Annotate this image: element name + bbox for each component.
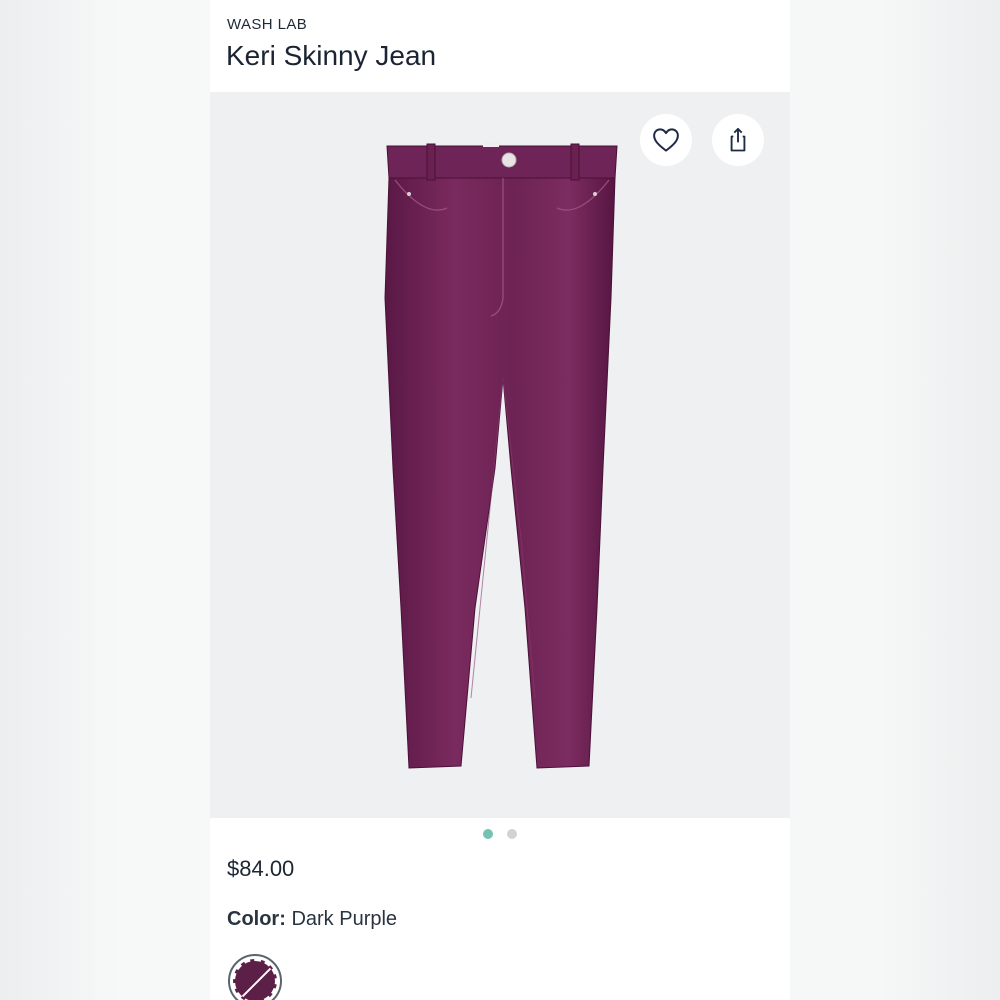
brand-name: WASH LAB	[227, 16, 308, 33]
product-image-gallery[interactable]	[210, 92, 790, 818]
jeans-button	[501, 152, 517, 168]
color-info: Color: Dark Purple	[227, 908, 397, 931]
unavailable-slash-icon	[235, 962, 275, 1000]
favorite-button[interactable]	[640, 114, 692, 166]
jeans-legs	[384, 177, 616, 769]
color-label: Color:	[227, 908, 286, 930]
product-price: $84.00	[227, 856, 295, 881]
color-value: Dark Purple	[291, 908, 398, 930]
heart-icon	[653, 128, 679, 152]
gallery-pagination	[210, 829, 790, 839]
share-button[interactable]	[712, 114, 764, 166]
gallery-dot-1[interactable]	[483, 829, 493, 839]
gallery-dot-2[interactable]	[507, 829, 517, 839]
product-image	[384, 141, 618, 769]
share-icon	[730, 127, 746, 152]
product-detail-screen: WASH LAB Keri Skinny Jean $84.00 Color: …	[210, 0, 790, 1000]
product-title: Keri Skinny Jean	[226, 40, 437, 71]
color-swatch-dark-purple[interactable]	[228, 954, 282, 1000]
swatch-fill	[233, 959, 277, 1000]
